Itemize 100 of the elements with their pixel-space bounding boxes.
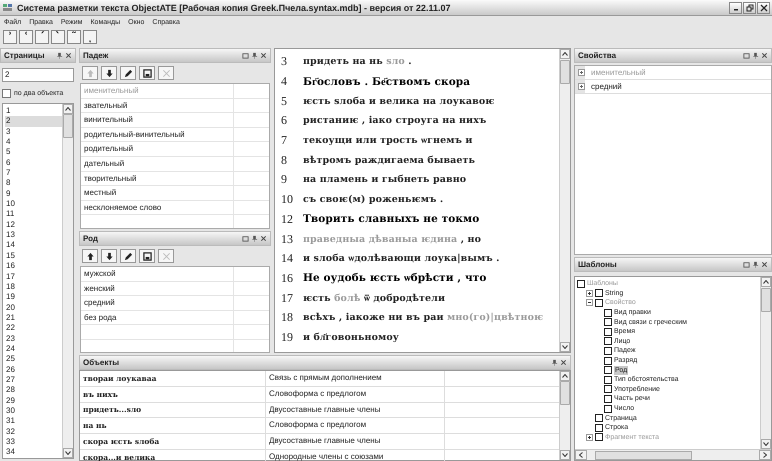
checkbox[interactable] — [577, 280, 585, 288]
tool-button[interactable] — [101, 66, 117, 80]
page-item[interactable]: 13 — [5, 230, 62, 240]
page-item[interactable]: 31 — [5, 416, 62, 427]
page-item[interactable]: 27 — [5, 374, 62, 386]
scroll-thumb[interactable] — [560, 381, 570, 405]
checkbox[interactable] — [604, 385, 612, 394]
scroll-left-button[interactable] — [575, 450, 587, 460]
page-item[interactable]: 29 — [5, 396, 62, 406]
scroll-down-button[interactable] — [560, 450, 570, 460]
page-item[interactable]: 16 — [5, 261, 62, 272]
tool-button[interactable] — [139, 249, 155, 263]
scrollbar[interactable] — [575, 449, 771, 460]
scroll-thumb[interactable] — [560, 60, 570, 84]
page-item[interactable]: 17 — [5, 272, 62, 282]
list-item[interactable]: мужской — [81, 267, 233, 281]
list-item[interactable]: женский — [81, 282, 233, 296]
scroll-down-button[interactable] — [560, 342, 570, 352]
pin-icon[interactable] — [551, 359, 558, 366]
checkbox[interactable] — [604, 318, 612, 326]
diacritic-button[interactable]: ῀ — [67, 30, 81, 44]
checkbox[interactable] — [595, 433, 603, 442]
page-item[interactable]: 24 — [5, 344, 62, 354]
page-item[interactable]: 9 — [5, 188, 62, 200]
diacritic-button[interactable]: ͺ — [83, 30, 97, 44]
diacritic-button[interactable]: ˊ — [35, 30, 49, 44]
tool-button[interactable] — [82, 249, 98, 263]
list-item[interactable]: средний — [81, 296, 233, 310]
float-icon[interactable] — [242, 235, 249, 242]
page-item[interactable]: 34 — [5, 447, 62, 458]
checkbox[interactable] — [604, 394, 612, 403]
page-item[interactable]: 7 — [5, 168, 62, 178]
page-item[interactable]: 12 — [5, 220, 62, 230]
page-item[interactable]: 18 — [5, 282, 62, 292]
checkbox[interactable] — [604, 356, 612, 365]
page-item[interactable]: 19 — [5, 292, 62, 303]
page-item[interactable]: 20 — [5, 302, 62, 313]
checkbox[interactable] — [604, 404, 612, 413]
float-icon[interactable] — [743, 52, 750, 59]
checkbox[interactable] — [604, 328, 612, 336]
close-icon[interactable] — [761, 52, 768, 59]
checkbox[interactable] — [595, 424, 603, 432]
pin-icon[interactable] — [752, 52, 759, 59]
page-item[interactable]: 3 — [5, 126, 62, 138]
scrollbar[interactable] — [559, 49, 570, 352]
scroll-up-button[interactable] — [560, 371, 570, 381]
page-item[interactable]: 21 — [5, 312, 62, 324]
list-item[interactable]: дательный — [81, 156, 233, 171]
close-icon[interactable] — [260, 52, 267, 59]
page-item[interactable]: 6 — [5, 158, 62, 168]
close-icon[interactable] — [65, 52, 72, 59]
scroll-down-button[interactable] — [761, 439, 771, 449]
page-item[interactable]: 25 — [5, 354, 62, 365]
list-item[interactable]: творительный — [81, 172, 233, 186]
close-icon[interactable] — [761, 261, 768, 268]
input-field[interactable]: 2 — [2, 68, 74, 82]
diacritic-button[interactable]: ˋ — [51, 30, 65, 44]
checkbox[interactable] — [604, 308, 612, 317]
page-item[interactable]: 26 — [5, 364, 62, 375]
page-item[interactable]: 11 — [5, 209, 62, 220]
checkbox[interactable] — [595, 414, 603, 422]
float-icon[interactable] — [743, 261, 750, 268]
diacritic-button[interactable]: ʾ — [3, 30, 17, 44]
list-item[interactable]: винительный — [81, 113, 233, 127]
close-button[interactable] — [757, 2, 770, 14]
tool-button[interactable] — [101, 249, 117, 263]
scrollbar[interactable] — [62, 104, 73, 458]
list-item[interactable]: без рода — [81, 310, 233, 324]
scroll-thumb[interactable] — [761, 288, 771, 312]
float-icon[interactable] — [242, 52, 249, 59]
pin-icon[interactable] — [752, 261, 759, 268]
page-item[interactable]: 28 — [5, 385, 62, 396]
checkbox[interactable] — [604, 366, 612, 374]
close-icon[interactable] — [260, 235, 267, 242]
list-item[interactable]: местный — [81, 186, 233, 200]
diacritic-button[interactable]: ʿ — [19, 30, 33, 44]
page-item[interactable]: 33 — [5, 437, 62, 448]
page-item[interactable]: 22 — [5, 323, 62, 334]
scroll-down-button[interactable] — [63, 448, 73, 458]
checkbox[interactable] — [604, 376, 612, 384]
restore-button[interactable] — [743, 2, 756, 14]
page-item[interactable]: 10 — [5, 199, 62, 210]
pin-icon[interactable] — [56, 52, 63, 59]
page-item[interactable]: 2 — [5, 116, 62, 127]
pin-icon[interactable] — [251, 235, 258, 242]
expand-icon[interactable] — [586, 434, 593, 441]
page-item[interactable]: 5 — [5, 147, 62, 158]
scrollbar[interactable] — [760, 277, 771, 449]
expand-icon[interactable] — [586, 290, 593, 297]
list-item[interactable]: звательный — [81, 98, 233, 112]
list-item[interactable]: родительный — [81, 142, 233, 156]
text-editor[interactable] — [274, 48, 571, 353]
tool-button[interactable] — [139, 66, 155, 80]
checkbox[interactable] — [595, 298, 603, 307]
scrollbar[interactable] — [559, 371, 570, 460]
scroll-up-button[interactable] — [63, 104, 73, 114]
expand-icon[interactable] — [578, 83, 585, 90]
page-item[interactable]: 32 — [5, 426, 62, 437]
scroll-thumb[interactable] — [595, 451, 692, 460]
scroll-thumb[interactable] — [63, 114, 73, 138]
